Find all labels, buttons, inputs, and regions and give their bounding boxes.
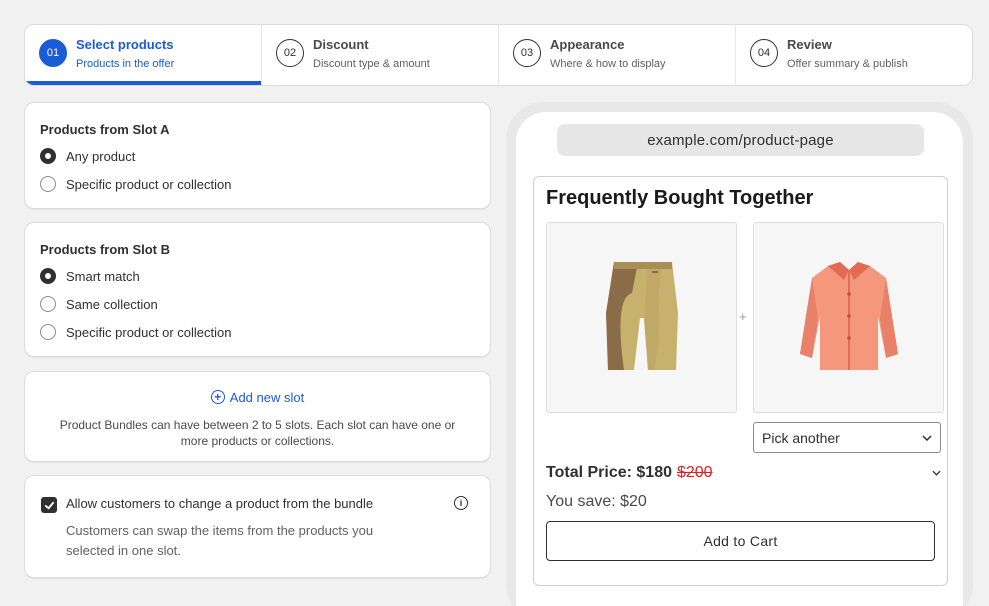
radio-unselected[interactable] <box>40 324 56 340</box>
step-title: Select products <box>76 37 174 52</box>
savings-text: You save: $20 <box>546 493 647 510</box>
product-card-shirt[interactable] <box>753 222 944 413</box>
slot-b-option-smart-match[interactable]: Smart match <box>40 262 475 290</box>
step-number: 04 <box>750 39 778 67</box>
step-subtitle: Offer summary & publish <box>787 58 908 70</box>
slot-b-option-specific[interactable]: Specific product or collection <box>40 318 475 346</box>
radio-unselected[interactable] <box>40 176 56 192</box>
step-number: 03 <box>513 39 541 67</box>
radio-label: Same collection <box>66 296 158 312</box>
step-title: Discount <box>313 37 369 52</box>
plus-separator: + <box>739 309 747 324</box>
allow-change-help-text: Customers can swap the items from the pr… <box>66 523 374 558</box>
pick-another-value: Pick another <box>762 429 840 446</box>
slot-a-option-specific[interactable]: Specific product or collection <box>40 170 475 198</box>
progress-stepper: 01 Select products Products in the offer… <box>24 24 973 86</box>
add-new-slot-label: Add new slot <box>229 389 305 405</box>
radio-label: Smart match <box>66 268 140 284</box>
radio-selected[interactable] <box>40 268 56 284</box>
slot-a-card: Products from Slot A Any product Specifi… <box>24 102 491 209</box>
preview-url-bar: example.com/product-page <box>557 124 924 156</box>
radio-label: Any product <box>66 148 136 164</box>
radio-label: Specific product or collection <box>66 324 232 340</box>
pick-another-select[interactable]: Pick another <box>753 422 941 453</box>
radio-label: Specific product or collection <box>66 176 232 192</box>
slot-b-card: Products from Slot B Smart match Same co… <box>24 222 491 357</box>
slot-b-title: Products from Slot B <box>40 242 171 257</box>
step-discount[interactable]: 02 Discount Discount type & amount <box>262 25 499 85</box>
shirt-image <box>799 261 898 370</box>
total-price: Total Price: $180 <box>546 464 672 481</box>
chevron-down-icon[interactable] <box>932 470 941 476</box>
slot-a-title: Products from Slot A <box>40 122 170 137</box>
plus-circle-icon: + <box>210 390 225 404</box>
step-title: Appearance <box>550 37 625 52</box>
checkmark-icon <box>44 501 54 509</box>
info-icon[interactable]: i <box>454 496 468 510</box>
slot-a-option-any-product[interactable]: Any product <box>40 142 475 170</box>
allow-change-card: Allow customers to change a product from… <box>24 475 491 578</box>
add-new-slot-link[interactable]: + Add new slot <box>210 389 305 405</box>
step-subtitle: Where & how to display <box>550 58 666 70</box>
widget-title: Frequently Bought Together <box>546 187 814 209</box>
step-subtitle: Products in the offer <box>76 58 175 70</box>
step-select-products[interactable]: 01 Select products Products in the offer <box>25 25 262 85</box>
chevron-down-icon <box>922 434 932 441</box>
add-slot-card: + Add new slot Product Bundles can have … <box>24 371 491 462</box>
original-price: $200 <box>676 464 713 481</box>
radio-selected[interactable] <box>40 148 56 164</box>
add-to-cart-button[interactable]: Add to Cart <box>546 521 935 561</box>
total-price-row: Total Price: $180 $200 <box>546 464 941 482</box>
step-title: Review <box>787 37 832 52</box>
step-number: 01 <box>39 39 67 67</box>
add-slot-help-text: Product Bundles can have between 2 to 5 … <box>59 418 456 448</box>
product-card-shorts[interactable] <box>546 222 737 413</box>
slot-b-option-same-collection[interactable]: Same collection <box>40 290 475 318</box>
step-subtitle: Discount type & amount <box>313 58 430 70</box>
radio-unselected[interactable] <box>40 296 56 312</box>
step-review[interactable]: 04 Review Offer summary & publish <box>736 25 972 85</box>
allow-change-checkbox[interactable] <box>41 497 57 513</box>
step-number: 02 <box>276 39 304 67</box>
allow-change-label[interactable]: Allow customers to change a product from… <box>66 496 444 511</box>
shorts-image <box>605 261 678 370</box>
bundle-widget: Frequently Bought Together + Pick anothe… <box>533 176 948 586</box>
step-appearance[interactable]: 03 Appearance Where & how to display <box>499 25 736 85</box>
